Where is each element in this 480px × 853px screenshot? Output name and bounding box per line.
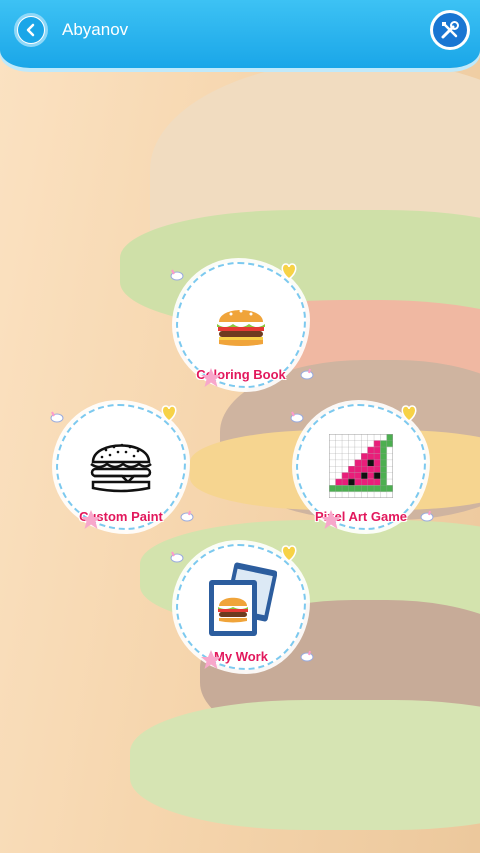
page-title: Abyanov	[62, 20, 129, 39]
star-icon	[80, 509, 102, 536]
star-icon	[320, 509, 342, 536]
pixel-art-game-tile[interactable]: Pixel Art Game	[290, 402, 434, 530]
burger-icon	[215, 300, 267, 355]
unicorn-icon	[168, 548, 186, 569]
unicorn-icon	[48, 408, 66, 429]
unicorn-icon	[168, 266, 186, 287]
custom-paint-tile[interactable]: Custom Paint	[50, 402, 194, 530]
burger-outline-icon	[88, 436, 154, 503]
star-icon	[200, 649, 222, 676]
unicorn-icon	[298, 365, 316, 386]
heart-icon	[278, 542, 300, 569]
unicorn-icon	[298, 647, 316, 668]
top-bar: Abyanov	[0, 0, 480, 68]
unicorn-icon	[288, 408, 306, 429]
heart-icon	[158, 402, 180, 429]
heart-icon	[278, 260, 300, 287]
tools-button[interactable]	[430, 10, 470, 50]
photo-gallery-icon	[205, 562, 278, 645]
unicorn-icon	[178, 507, 196, 528]
my-work-tile[interactable]: My Work	[170, 542, 314, 670]
back-button[interactable]	[14, 13, 48, 47]
back-arrow-icon	[18, 17, 44, 43]
star-icon	[200, 367, 222, 394]
unicorn-icon	[418, 507, 436, 528]
heart-icon	[398, 402, 420, 429]
watermelon-pixel-icon	[328, 433, 394, 503]
coloring-book-tile[interactable]: Coloring Book	[170, 260, 314, 388]
tools-icon	[433, 13, 467, 47]
